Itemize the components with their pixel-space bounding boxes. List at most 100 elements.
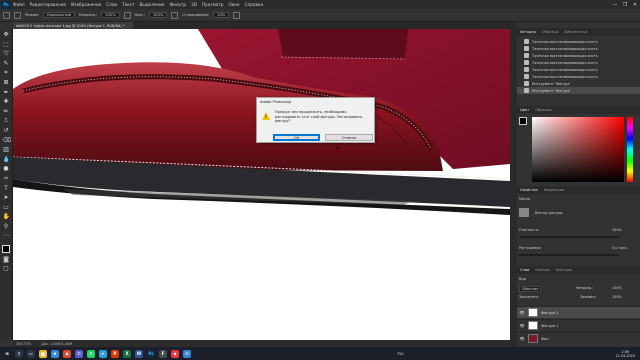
screen-mode-icon[interactable]: ▢: [3, 265, 10, 272]
path-selection-tool-icon[interactable]: ➤: [3, 194, 10, 201]
zoom-tool-icon[interactable]: ⚲: [3, 223, 10, 230]
layer-row[interactable]: 👁 Фигура 2: [517, 306, 640, 318]
tab-paths[interactable]: Контуры: [556, 268, 572, 272]
photoshop-icon[interactable]: Ps: [147, 349, 155, 358]
brush-tool-icon[interactable]: [3, 11, 10, 19]
word-icon[interactable]: W: [135, 349, 143, 358]
lasso-tool-icon[interactable]: ➰: [3, 50, 10, 57]
brush-tool-icon[interactable]: ✏: [3, 108, 10, 115]
more-tools-icon[interactable]: ⋯: [3, 232, 10, 239]
blend-mode-select[interactable]: Обычные: [519, 286, 542, 292]
document-canvas[interactable]: [13, 29, 510, 340]
close-window-button[interactable]: ✕: [630, 2, 640, 8]
tab-swatches-1[interactable]: Образцы: [542, 30, 559, 34]
color-picker-field[interactable]: [532, 117, 624, 182]
hand-tool-icon[interactable]: ✋: [3, 213, 10, 220]
crop-tool-icon[interactable]: ⌗: [3, 69, 10, 76]
foreground-color-swatch[interactable]: [2, 245, 10, 254]
mail-icon[interactable]: ✉: [183, 349, 191, 358]
tab-swatches[interactable]: Образцы: [535, 108, 552, 112]
explorer-icon[interactable]: ▆: [39, 349, 47, 358]
layer-row[interactable]: 👁 Фон: [517, 332, 640, 344]
feather-value[interactable]: 0,0 пикс.: [612, 246, 628, 250]
layer-filter-label[interactable]: Вид: [519, 277, 526, 281]
tab-layers[interactable]: Слои: [520, 268, 529, 272]
maximize-button[interactable]: ❐: [620, 2, 630, 8]
menu-help[interactable]: Справка: [245, 2, 263, 7]
brush-preset-icon[interactable]: [14, 11, 21, 19]
menu-3d[interactable]: 3D: [191, 2, 197, 7]
frame-tool-icon[interactable]: ⊠: [3, 79, 10, 86]
menu-view[interactable]: Просмотр: [202, 2, 224, 7]
clone-stamp-tool-icon[interactable]: ⎍: [3, 117, 10, 124]
app-icon[interactable]: ◆: [171, 349, 179, 358]
blur-tool-icon[interactable]: 💧: [3, 156, 10, 163]
whatsapp-icon[interactable]: ✆: [87, 349, 95, 358]
pen-tool-icon[interactable]: ✑: [3, 175, 10, 182]
menu-edit[interactable]: Редактирование: [30, 2, 67, 7]
telegram-icon[interactable]: ➤: [99, 349, 107, 358]
history-item[interactable]: Точечная восстанавливающая кисть: [517, 45, 640, 52]
powerpoint-icon[interactable]: P: [111, 349, 119, 358]
history-brush-tool-icon[interactable]: ↺: [3, 127, 10, 134]
tab-properties[interactable]: Свойства: [520, 188, 538, 192]
shape-tool-icon[interactable]: ▭: [3, 204, 10, 211]
menu-type[interactable]: Текст: [122, 2, 134, 7]
search-icon[interactable]: ⚲: [15, 349, 23, 358]
fill-value[interactable]: 100%: [612, 295, 622, 299]
pressure-opacity-icon[interactable]: [123, 11, 131, 19]
task-view-icon[interactable]: ▭: [27, 349, 35, 358]
eraser-tool-icon[interactable]: ⌫: [3, 137, 11, 144]
healing-brush-tool-icon[interactable]: ✚: [3, 98, 10, 105]
minimize-button[interactable]: —: [610, 2, 620, 8]
cancel-button[interactable]: Отмена: [325, 134, 373, 141]
mode-select[interactable]: Нормальный: [42, 12, 75, 18]
menu-image[interactable]: Изображение: [71, 2, 101, 7]
faststone-icon[interactable]: F: [159, 349, 167, 358]
flow-field[interactable]: 100%: [149, 12, 168, 18]
dodge-tool-icon[interactable]: ●: [3, 165, 10, 172]
smoothing-settings-icon[interactable]: [233, 11, 241, 19]
layer-opacity-value[interactable]: 100%: [612, 286, 622, 290]
visibility-eye-icon[interactable]: 👁: [519, 336, 525, 341]
history-item[interactable]: Точечная восстанавливающая кисть: [517, 52, 640, 59]
menu-window[interactable]: Окно: [228, 2, 239, 7]
edge-icon[interactable]: e: [51, 349, 59, 358]
zoom-level[interactable]: 200,73%: [16, 342, 31, 346]
excel-icon[interactable]: X: [123, 349, 131, 358]
smoothing-field[interactable]: 10%: [213, 12, 230, 18]
type-tool-icon[interactable]: T: [3, 185, 10, 192]
menu-layers[interactable]: Слои: [106, 2, 117, 7]
tab-history[interactable]: История: [520, 30, 536, 34]
history-item[interactable]: Инструмент "Фигура": [517, 80, 640, 87]
doc-size[interactable]: Док: 1,65М/1,05М: [41, 342, 72, 346]
quick-select-tool-icon[interactable]: ✎: [3, 60, 10, 67]
menu-select[interactable]: Выделение: [140, 2, 165, 7]
history-item[interactable]: Точечная восстанавливающая кисть: [517, 59, 640, 66]
chrome-icon[interactable]: ◉: [63, 349, 71, 358]
move-tool-icon[interactable]: ✥: [3, 31, 10, 38]
menu-file[interactable]: Файл: [13, 2, 25, 7]
airbrush-icon[interactable]: [171, 11, 179, 19]
tab-channels[interactable]: Каналы: [535, 268, 549, 272]
tab-adjustments[interactable]: Коррекция: [544, 188, 565, 192]
opacity-field[interactable]: 100%: [101, 12, 120, 18]
eyedropper-tool-icon[interactable]: ✒: [3, 89, 10, 96]
clock[interactable]: 2:06 11.04.2020: [616, 350, 640, 358]
layer-row[interactable]: 👁 Фигура 1: [517, 319, 640, 331]
feather-slider[interactable]: [519, 254, 619, 256]
history-item-current[interactable]: Инструмент "Фигура": [517, 87, 640, 94]
viber-icon[interactable]: ✆: [75, 349, 83, 358]
tab-libraries[interactable]: Библиотеки: [564, 30, 587, 34]
start-icon[interactable]: ⊞: [3, 349, 11, 358]
hue-slider[interactable]: [627, 117, 633, 182]
menu-filter[interactable]: Фильтр: [170, 2, 187, 7]
history-item[interactable]: Точечная восстанавливающая кисть: [517, 38, 640, 45]
gradient-tool-icon[interactable]: ▥: [3, 146, 10, 153]
tab-color[interactable]: Цвет: [520, 108, 529, 112]
history-item[interactable]: Точечная восстанавливающая кисть: [517, 73, 640, 80]
marquee-tool-icon[interactable]: ⬚: [3, 41, 10, 48]
foreground-color-chip[interactable]: [519, 117, 527, 125]
visibility-eye-icon[interactable]: 👁: [519, 310, 525, 315]
mask-thumbnail[interactable]: [519, 208, 529, 217]
